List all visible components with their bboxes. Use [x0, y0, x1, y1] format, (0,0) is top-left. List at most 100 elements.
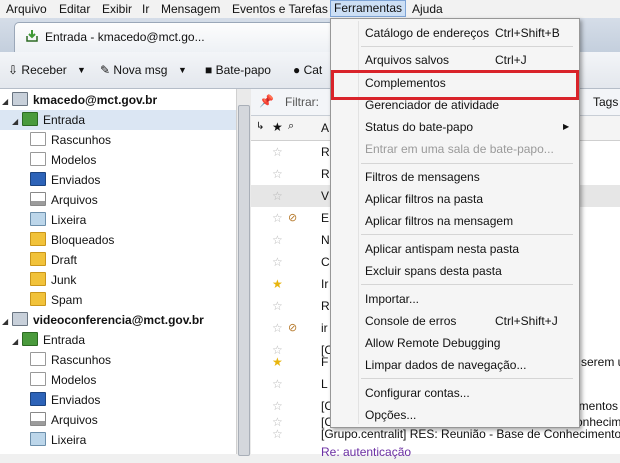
- star-icon[interactable]: ☆: [272, 229, 283, 251]
- star-icon[interactable]: ☆: [272, 373, 283, 395]
- menu-item-label: Importar...: [365, 292, 420, 306]
- star-icon[interactable]: ☆: [272, 317, 283, 339]
- folder-enviados-2[interactable]: Enviados: [30, 390, 100, 410]
- star-icon[interactable]: ☆: [272, 295, 283, 317]
- menu-item-apply-antispam[interactable]: Aplicar antispam nesta pasta: [333, 238, 577, 260]
- sent-icon: [30, 172, 46, 186]
- collapse-twisty-icon[interactable]: ◢: [2, 92, 12, 112]
- menu-item-chat-status[interactable]: Status do bate-papo ▶: [333, 116, 577, 138]
- tags-filter-button[interactable]: Tags: [593, 95, 618, 109]
- contacts-icon: ●: [293, 63, 301, 77]
- folder-lixeira-2[interactable]: Lixeira: [30, 430, 86, 450]
- receive-button[interactable]: ⇩ Receber: [8, 62, 67, 78]
- account-videoconferencia[interactable]: ◢ videoconferencia@mct.gov.br: [2, 310, 204, 330]
- new-message-label: Nova msg: [113, 63, 168, 77]
- star-icon[interactable]: ☆: [272, 141, 283, 163]
- menu-item-label: Opções...: [365, 408, 417, 422]
- message-subject: R: [321, 299, 330, 313]
- menu-item-label: Catálogo de endereços: [365, 26, 490, 40]
- account-kmacedo[interactable]: ◢ kmacedo@mct.gov.br: [2, 90, 157, 110]
- sent-icon: [30, 392, 46, 406]
- folder-modelos[interactable]: Modelos: [30, 150, 96, 170]
- chat-button[interactable]: ■ Bate-papo: [205, 62, 271, 78]
- folder-modelos-2[interactable]: Modelos: [30, 370, 96, 390]
- menu-item-label: Configurar contas...: [365, 386, 470, 400]
- folder-label: Modelos: [51, 153, 97, 167]
- menu-editar[interactable]: Editar: [56, 1, 93, 17]
- subject-fragment: serem u: [581, 355, 620, 369]
- menu-ferramentas[interactable]: Ferramentas: [330, 0, 407, 17]
- folder-junk[interactable]: Junk: [30, 270, 76, 290]
- menu-mensagem[interactable]: Mensagem: [158, 1, 223, 17]
- folder-entrada-2[interactable]: ◢ Entrada: [0, 330, 85, 350]
- star-icon[interactable]: ☆: [272, 251, 283, 273]
- folder-arquivos[interactable]: Arquivos: [30, 190, 98, 210]
- star-icon[interactable]: ☆: [272, 185, 283, 207]
- folder-arquivos-2[interactable]: Arquivos: [30, 410, 98, 430]
- chat-label: Bate-papo: [215, 63, 271, 77]
- menu-shortcut: Ctrl+Shift+J: [495, 314, 558, 328]
- folder-spam[interactable]: Spam: [30, 290, 82, 310]
- menu-item-label: Allow Remote Debugging: [365, 336, 501, 350]
- menu-arquivo[interactable]: Arquivo: [3, 1, 50, 17]
- folder-label: Arquivos: [51, 193, 98, 207]
- menu-item-remote-debugging[interactable]: Allow Remote Debugging: [333, 332, 577, 354]
- menu-ajuda[interactable]: Ajuda: [409, 1, 446, 17]
- folder-draft[interactable]: Draft: [30, 250, 77, 270]
- folder-bloqueados[interactable]: Bloqueados: [30, 230, 114, 250]
- menu-ir[interactable]: Ir: [139, 1, 152, 17]
- account-name: kmacedo@mct.gov.br: [33, 93, 158, 107]
- star-icon[interactable]: ☆: [272, 207, 283, 229]
- star-icon[interactable]: ★: [272, 273, 283, 295]
- subject-column-header[interactable]: A: [321, 121, 329, 135]
- archive-icon: [30, 192, 46, 206]
- menu-item-clear-data[interactable]: Limpar dados de navegação...: [333, 354, 577, 376]
- menu-item-address-book[interactable]: Catálogo de endereços Ctrl+Shift+B: [333, 22, 577, 44]
- message-row[interactable]: Re: autenticação: [251, 441, 620, 463]
- collapse-twisty-icon[interactable]: ◢: [0, 332, 22, 352]
- menu-exibir[interactable]: Exibir: [99, 1, 135, 17]
- trash-icon: [30, 432, 46, 446]
- mail-account-icon: [12, 312, 28, 326]
- folder-label: Entrada: [43, 333, 86, 347]
- menu-item-delete-spam[interactable]: Excluir spans desta pasta: [333, 260, 577, 282]
- menu-shortcut: Ctrl+Shift+B: [495, 26, 560, 40]
- star-icon[interactable]: ☆: [272, 163, 283, 185]
- collapse-twisty-icon[interactable]: ◢: [0, 112, 22, 132]
- collapse-twisty-icon[interactable]: ◢: [2, 312, 12, 332]
- folder-scrollbar-thumb[interactable]: [238, 105, 250, 456]
- star-column-icon[interactable]: ★: [272, 120, 283, 134]
- folder-icon: [30, 292, 46, 306]
- folder-rascunhos[interactable]: Rascunhos: [30, 130, 111, 150]
- template-icon: [30, 152, 46, 166]
- chat-bubble-icon: ■: [205, 63, 213, 77]
- menu-item-label: Arquivos salvos: [365, 53, 450, 67]
- attachment-column-icon[interactable]: ⌕: [288, 120, 294, 133]
- thread-column-icon[interactable]: ↳: [256, 121, 264, 132]
- star-icon[interactable]: ★: [272, 351, 283, 373]
- menu-item-label: Status do bate-papo: [365, 120, 474, 134]
- menu-item-label: Excluir spans desta pasta: [365, 264, 502, 278]
- archive-icon: [30, 412, 46, 426]
- folder-enviados[interactable]: Enviados: [30, 170, 100, 190]
- contacts-button[interactable]: ● Cat: [293, 62, 322, 78]
- message-subject: R: [321, 167, 330, 181]
- menu-item-apply-filters-message[interactable]: Aplicar filtros na mensagem: [333, 210, 577, 232]
- folder-lixeira[interactable]: Lixeira: [30, 210, 86, 230]
- menu-item-saved-files[interactable]: Arquivos salvos Ctrl+J: [333, 49, 577, 71]
- new-message-button[interactable]: ✎ Nova msg: [100, 62, 167, 78]
- menu-item-message-filters[interactable]: Filtros de mensagens: [333, 166, 577, 188]
- menu-item-error-console[interactable]: Console de erros Ctrl+Shift+J: [333, 310, 577, 332]
- menu-item-apply-filters-folder[interactable]: Aplicar filtros na pasta: [333, 188, 577, 210]
- receive-dropdown-icon[interactable]: ▼: [77, 62, 86, 78]
- menu-eventos-tarefas[interactable]: Eventos e Tarefas: [229, 1, 331, 17]
- mail-account-icon: [12, 92, 28, 106]
- menu-item-options[interactable]: Opções...: [333, 404, 577, 426]
- folder-rascunhos-2[interactable]: Rascunhos: [30, 350, 111, 370]
- menu-item-import[interactable]: Importar...: [333, 288, 577, 310]
- menu-item-account-settings[interactable]: Configurar contas...: [333, 382, 577, 404]
- new-message-dropdown-icon[interactable]: ▼: [178, 62, 187, 78]
- pin-icon[interactable]: 📌: [259, 94, 274, 108]
- tab-inbox[interactable]: Entrada - kmacedo@mct.go...: [14, 22, 334, 52]
- folder-entrada[interactable]: ◢ Entrada: [0, 110, 236, 130]
